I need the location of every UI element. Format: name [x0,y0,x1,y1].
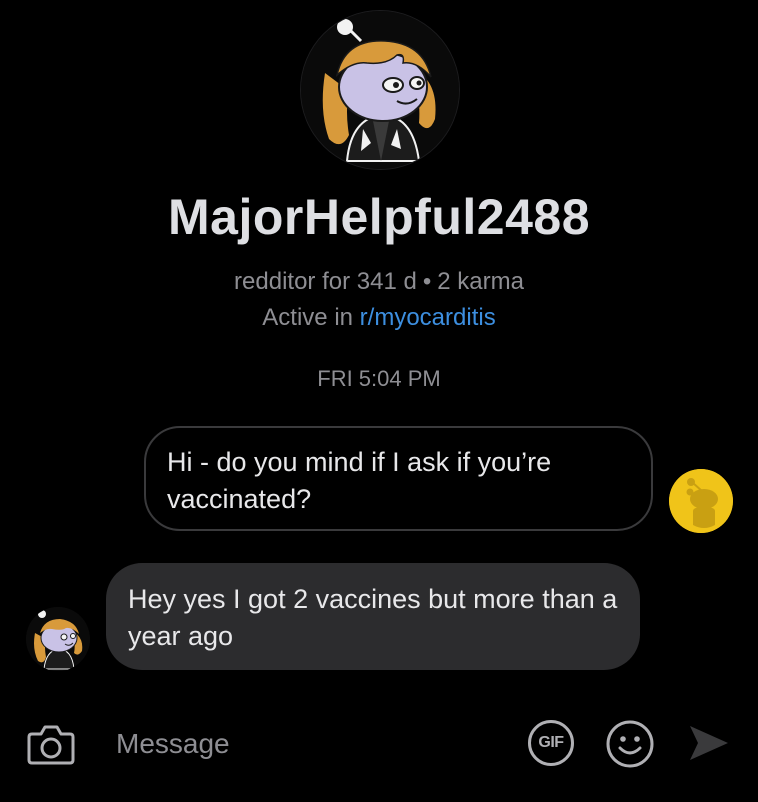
account-age: redditor for 341 d [234,268,417,295]
message-text: Hey yes I got 2 vaccines but more than a… [128,584,618,651]
profile-username: MajorHelpful2488 [167,189,590,245]
snoo-avatar-small-icon [26,607,90,671]
emoji-button[interactable] [604,718,656,770]
outgoing-message-bubble[interactable]: Hi - do you mind if I ask if you’re vacc… [144,426,653,531]
camera-icon [27,725,75,765]
sender-avatar[interactable] [26,607,90,671]
send-button[interactable] [686,722,730,764]
profile-avatar[interactable] [301,11,459,169]
message-text: Hi - do you mind if I ask if you’re vacc… [167,447,552,514]
snoo-avatar-icon [301,11,459,169]
snoo-default-icon [669,469,733,533]
active-in-label: Active in [262,304,353,331]
send-arrow-icon [690,726,728,760]
incoming-message-bubble[interactable]: Hey yes I got 2 vaccines but more than a… [106,563,640,670]
profile-activity: Active in r/myocarditis [0,304,758,332]
camera-button[interactable] [26,722,76,766]
message-input[interactable] [100,716,526,772]
message-timestamp: FRI 5:04 PM [317,366,441,391]
smiley-icon [606,720,654,768]
profile-stats: redditor for 341 d • 2 karma [0,268,758,296]
my-avatar [669,469,733,533]
stats-separator: • [422,268,432,295]
karma-count: 2 karma [437,268,524,295]
gif-button[interactable]: GIF [528,720,574,766]
community-link[interactable]: r/myocarditis [360,304,496,331]
